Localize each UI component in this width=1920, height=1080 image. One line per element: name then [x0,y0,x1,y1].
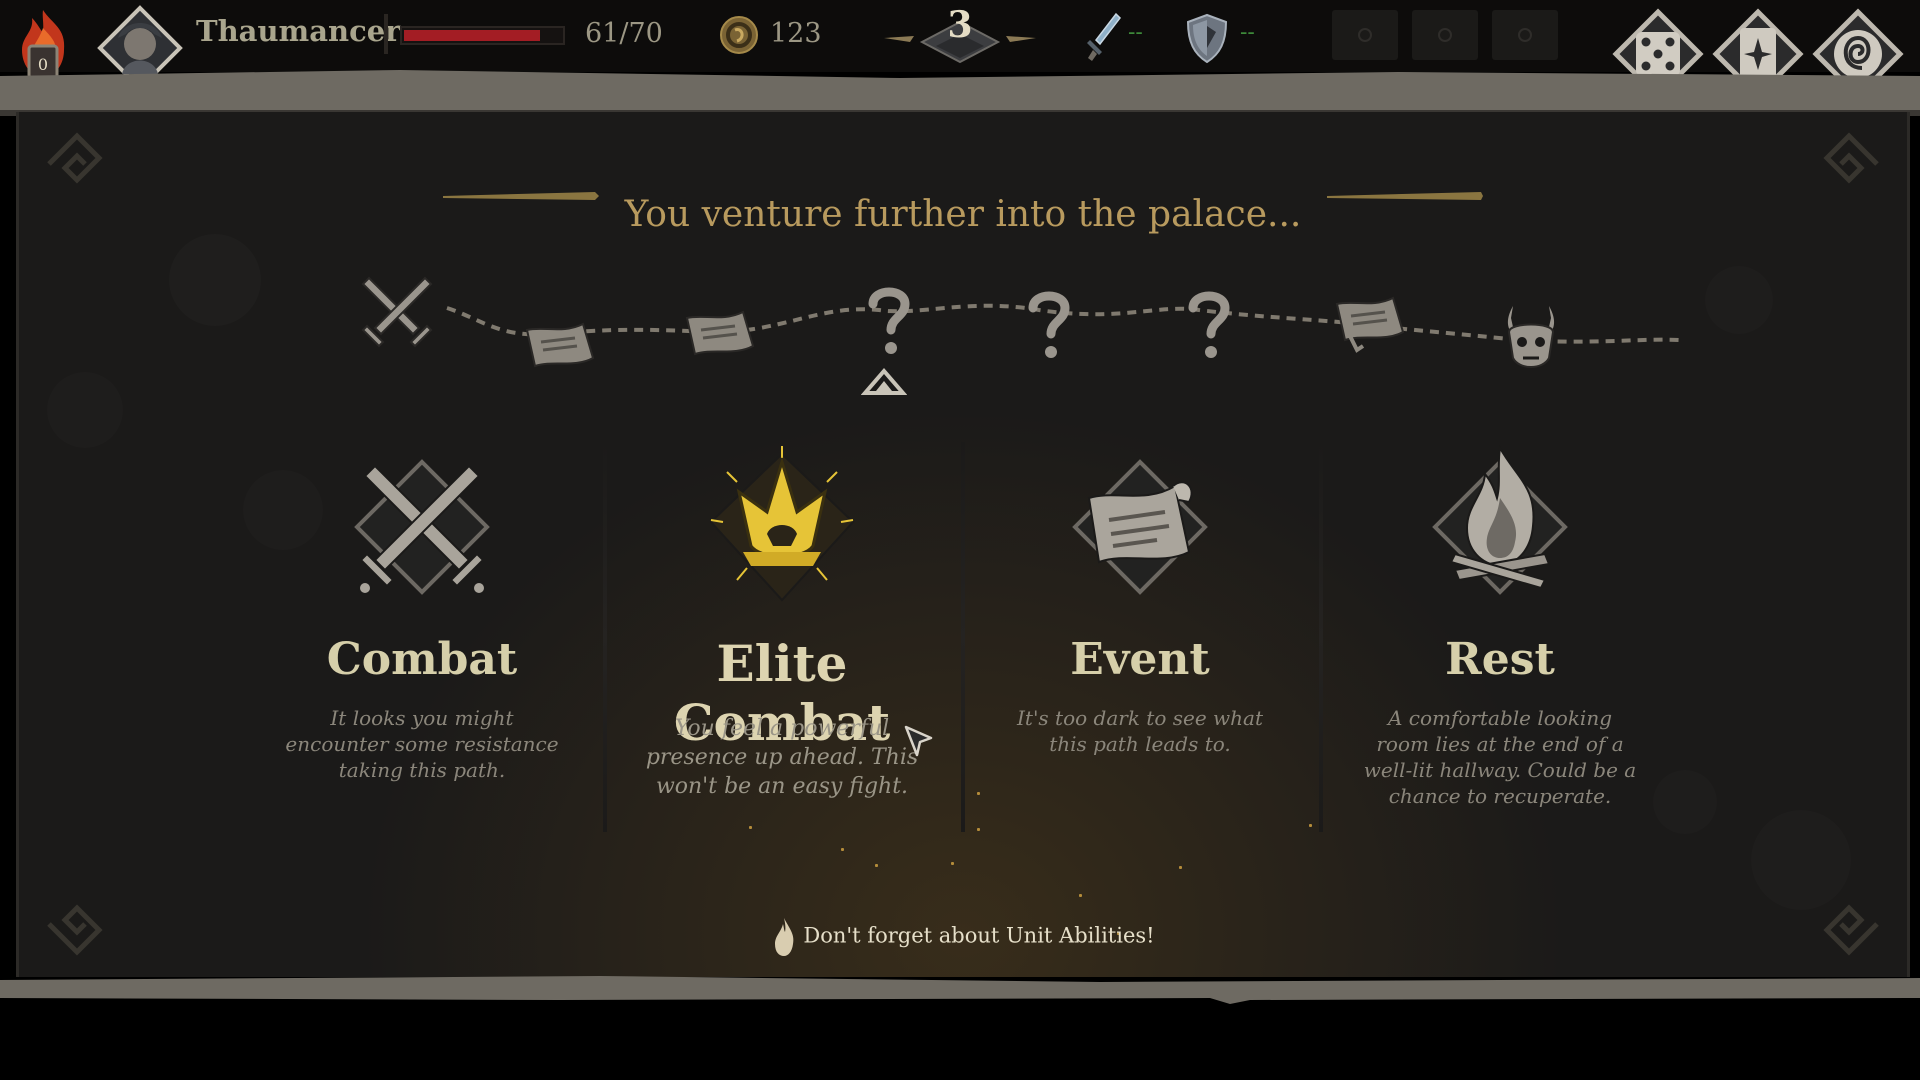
path-node-event-icon [525,322,595,368]
path-node-unknown-icon [868,287,910,354]
parchment-border [0,70,1920,118]
path-node-boss-icon [1507,306,1555,368]
choice-event-description: It's too dark to see what this path lead… [1017,706,1263,756]
ember-speck [749,826,752,829]
choice-elite-combat[interactable]: Elite Combat You feel a powerful presenc… [617,442,947,842]
top-hud: 0 Thaumancer 61/70 123 3 -- -- [0,0,1920,100]
flame-icon [775,918,794,956]
ember-speck [1179,866,1182,869]
sword-icon [1087,12,1121,61]
attack-bonus: -- [1128,20,1143,45]
mouse-cursor-icon [904,725,933,757]
campfire-icon [1432,445,1568,595]
path-node-combat-icon [361,276,433,348]
current-position-marker-icon [861,367,907,395]
health-text: 61/70 [585,18,663,49]
defense-bonus: -- [1240,20,1255,45]
gold-coin-icon [720,16,758,54]
path-node-event-icon [685,310,755,356]
empty-relic-slot[interactable] [1332,10,1398,60]
ember-speck [841,848,844,851]
choice-rest[interactable]: Rest A comfortable looking room lies at … [1335,442,1665,842]
path-node-unknown-icon [1028,291,1070,358]
choice-combat[interactable]: Combat It looks you might encounter some… [257,442,587,842]
ember-speck [1079,894,1082,897]
choice-combat-title: Combat [326,634,518,685]
health-bar [400,26,565,45]
ember-speck [1309,824,1312,827]
hint-text: Don't forget about Unit Abilities! [803,923,1155,948]
health-bar-fill [404,30,541,41]
choice-divider [603,442,607,832]
ember-speck [977,792,980,795]
empty-relic-slot[interactable] [1412,10,1478,60]
ember-speck [875,864,878,867]
choice-rest-description: A comfortable looking room lies at the e… [1363,706,1637,808]
divider [384,14,388,54]
choice-event-title: Event [1070,634,1210,685]
floor-number: 3 [947,4,973,46]
choice-divider [1319,442,1323,832]
choice-elite-description: You feel a powerful presence up ahead. T… [645,716,919,800]
event-scroll-icon [1072,459,1208,595]
combat-crossed-swords-icon [354,459,490,595]
choice-divider [961,442,965,832]
choice-rest-title: Rest [1445,634,1555,685]
path-selection-panel: You venture further into the palace... C… [16,112,1910,977]
gold-amount: 123 [770,18,822,49]
choice-event[interactable]: Event It's too dark to see what this pat… [975,442,1305,842]
hint-banner: Don't forget about Unit Abilities! [19,916,1907,958]
empty-relic-slot[interactable] [1492,10,1558,60]
elite-crown-icon [709,446,855,602]
path-node-event-icon [1335,296,1405,353]
hero-name: Thaumancer [196,14,401,48]
ember-speck [951,862,954,865]
parchment-border [0,976,1920,1004]
path-node-unknown-icon [1188,291,1230,358]
ember-speck [977,828,980,831]
shield-icon [1186,13,1228,64]
choice-combat-description: It looks you might encounter some resist… [285,706,559,782]
